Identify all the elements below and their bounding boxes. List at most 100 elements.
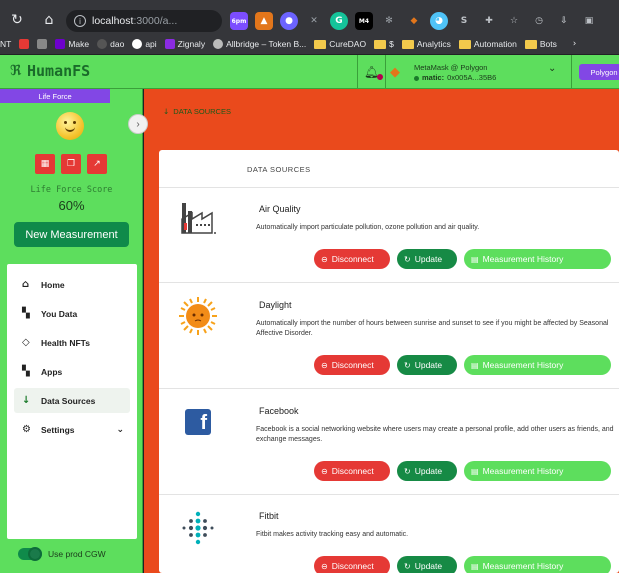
bookmark-dollar[interactable]: $ xyxy=(374,39,394,49)
ext-gear-icon[interactable]: ✻ xyxy=(380,12,398,30)
score-label: Life Force Score xyxy=(30,185,113,195)
wallet-network: matic: xyxy=(422,73,445,82)
gem-icon: ◇ xyxy=(22,337,30,348)
app-logo[interactable]: ℜ HumanFS xyxy=(10,62,90,80)
bookmark-nt[interactable]: NT xyxy=(0,39,11,49)
wallet-address: 0x005A...35B6 xyxy=(447,73,497,82)
metamask-ext-icon[interactable]: ▲ xyxy=(255,12,273,30)
disconnect-button[interactable]: ⊖ Disconnect xyxy=(314,249,390,269)
table-icon: ▤ xyxy=(471,466,479,476)
nav-menu: ⌂ Home ▚ You Data ◇ Health NFTs ▚ Apps ↓… xyxy=(7,264,137,539)
breadcrumb: ↓ DATA SOURCES xyxy=(163,107,231,116)
source-name: Air Quality xyxy=(259,204,301,214)
nav-item-home[interactable]: ⌂ Home xyxy=(14,272,130,297)
nav-item-you-data[interactable]: ▚ You Data xyxy=(14,301,130,326)
ext-fork-icon[interactable]: ✕ xyxy=(305,12,323,30)
favorites-icon[interactable]: ☆ xyxy=(505,12,523,30)
nav-item-health-nfts[interactable]: ◇ Health NFTs xyxy=(14,330,130,355)
nav-label: Apps xyxy=(41,366,63,377)
arrow-down-icon: ↓ xyxy=(163,107,170,116)
score-value: 60% xyxy=(58,198,85,213)
bookmark-dao[interactable]: dao xyxy=(97,39,124,49)
download-icon[interactable]: ⇩ xyxy=(555,12,573,30)
bookmark-curedao[interactable]: CureDAO xyxy=(314,39,366,49)
copy-icon[interactable]: ❐ xyxy=(61,154,81,174)
history-icon[interactable]: ◷ xyxy=(530,12,548,30)
update-button[interactable]: ↻ Update xyxy=(397,461,457,481)
measurement-history-button[interactable]: ▤ Measurement History xyxy=(464,355,611,375)
source-description: Automatically import the number of hours… xyxy=(256,320,609,337)
bookmark-label: Allbridge – Token B... xyxy=(226,39,307,49)
grammarly-icon[interactable]: G xyxy=(330,12,348,30)
arrow-down-icon: ↓ xyxy=(22,395,31,406)
button-label: Update xyxy=(414,360,443,370)
button-label: Measurement History xyxy=(482,466,564,476)
notification-dot xyxy=(377,74,383,80)
data-sources-card: DATA SOURCES Air Quality Automatically i… xyxy=(159,150,619,573)
update-button[interactable]: ↻ Update xyxy=(397,556,457,573)
bookmark-zignaly[interactable]: Zignaly xyxy=(164,39,205,49)
wallet-selector[interactable]: ◆ MetaMask @ Polygon matic: 0x005A...35B6… xyxy=(390,61,566,85)
ext-blue-icon[interactable]: ◕ xyxy=(430,12,448,30)
new-measurement-button[interactable]: New Measurement xyxy=(14,222,129,247)
home-icon: ⌂ xyxy=(22,279,30,290)
address-bar[interactable]: i localhost:3000/a... xyxy=(66,10,222,32)
reload-icon[interactable]: ↻ xyxy=(4,7,30,33)
source-name: Fitbit xyxy=(259,511,279,521)
nav-item-settings[interactable]: ⚙ Settings ⌄ xyxy=(14,417,130,442)
avatar[interactable] xyxy=(56,112,84,140)
disconnect-icon: ⊖ xyxy=(321,561,328,571)
nav-label: Health NFTs xyxy=(41,337,90,348)
sun-icon xyxy=(177,295,219,337)
home-browser-icon[interactable]: ⌂ xyxy=(36,7,62,33)
nav-label: Home xyxy=(41,279,65,290)
disconnect-button[interactable]: ⊖ Disconnect xyxy=(314,355,390,375)
measurement-history-button[interactable]: ▤ Measurement History xyxy=(464,461,611,481)
bookmark-make[interactable]: Make xyxy=(55,39,89,49)
measurement-history-button[interactable]: ▤ Measurement History xyxy=(464,249,611,269)
bookmark-red-icon[interactable] xyxy=(19,39,30,49)
measurement-history-button[interactable]: ▤ Measurement History xyxy=(464,556,611,573)
disconnect-button[interactable]: ⊖ Disconnect xyxy=(314,556,390,573)
bookmark-mixed-icon[interactable] xyxy=(37,39,48,49)
bookmarks-more-icon[interactable]: › xyxy=(573,39,576,49)
source-daylight: Daylight Automatically import the number… xyxy=(159,282,619,388)
bookmark-bots[interactable]: Bots xyxy=(524,39,557,49)
app-name: HumanFS xyxy=(27,62,91,80)
bookmark-analytics[interactable]: Analytics xyxy=(401,39,451,49)
button-label: Measurement History xyxy=(482,254,564,264)
ext-fox-icon[interactable]: ◆ xyxy=(405,12,423,30)
nav-item-apps[interactable]: ▚ Apps xyxy=(14,359,130,384)
sidebar: Life Force › ▦ ❐ ↗ Life Force Score 60% … xyxy=(0,89,148,573)
disconnect-button[interactable]: ⊖ Disconnect xyxy=(314,461,390,481)
connected-dot xyxy=(414,75,419,81)
grid-icon[interactable]: ▦ xyxy=(35,154,55,174)
bookmark-api[interactable]: api xyxy=(132,39,157,49)
site-info-icon[interactable]: i xyxy=(74,15,86,27)
update-button[interactable]: ↻ Update xyxy=(397,355,457,375)
ext-circle-icon[interactable]: ● xyxy=(280,12,298,30)
ext-s-icon[interactable]: S xyxy=(455,12,473,30)
gear-icon: ⚙ xyxy=(22,424,31,435)
source-fitbit: Fitbit Fitbit makes activity tracking ea… xyxy=(159,494,619,573)
screenshot-icon[interactable]: ▣ xyxy=(580,12,598,30)
bookmark-label: Make xyxy=(68,39,90,49)
breadcrumb-label[interactable]: DATA SOURCES xyxy=(173,107,231,116)
external-link-icon[interactable]: ↗ xyxy=(87,154,107,174)
ext-6pm-icon[interactable]: 6pm xyxy=(230,12,248,30)
wallet-address-row: matic: 0x005A...35B6 xyxy=(414,73,496,83)
bookmark-automation[interactable]: Automation xyxy=(458,39,517,49)
source-name: Daylight xyxy=(259,300,292,310)
network-pill[interactable]: Polygon xyxy=(579,64,619,80)
address-host: localhost xyxy=(92,15,134,27)
nav-item-data-sources[interactable]: ↓ Data Sources xyxy=(14,388,130,413)
ext-m4-icon[interactable]: M4 xyxy=(355,12,373,30)
notifications-button[interactable]: 🔔︎ xyxy=(357,55,386,89)
table-icon: ▤ xyxy=(471,254,479,264)
bookmark-label: NT xyxy=(0,39,12,49)
collapse-sidebar-button[interactable]: › xyxy=(128,114,148,134)
bookmark-allbridge[interactable]: Allbridge – Token B... xyxy=(213,39,306,49)
prod-cgw-toggle[interactable] xyxy=(18,547,42,561)
extensions-puzzle-icon[interactable]: ✚ xyxy=(480,12,498,30)
update-button[interactable]: ↻ Update xyxy=(397,249,457,269)
